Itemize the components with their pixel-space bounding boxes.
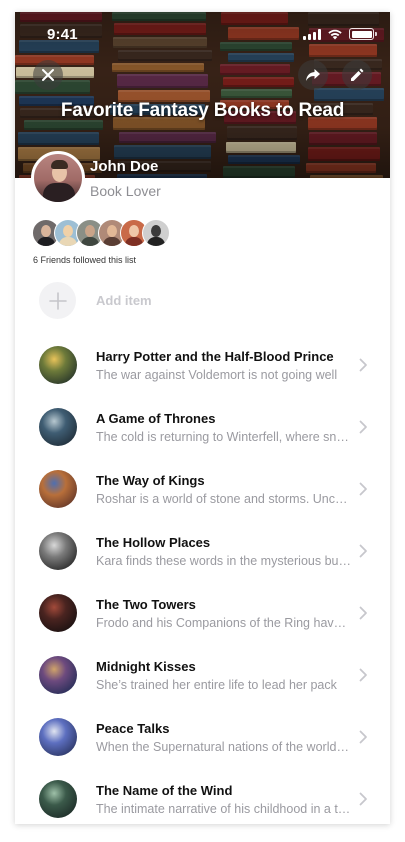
status-time: 9:41 [47, 26, 78, 43]
book-list-item[interactable]: Peace Talks When the Supernatural nations… [15, 706, 390, 768]
chevron-right-icon [359, 668, 367, 682]
book-list-item[interactable]: Harry Potter and the Half-Blood Prince Th… [15, 334, 390, 396]
add-item-circle[interactable] [39, 282, 76, 319]
wifi-icon [328, 29, 342, 40]
chevron-right-icon [359, 730, 367, 744]
header-bookshelf-image: 9:41 Favorite Fantasy Books to Read [15, 12, 390, 178]
chevron-right-icon [359, 420, 367, 434]
book-description: The war against Voldemort is not going w… [96, 367, 338, 382]
book-list-item[interactable]: The Name of the Wind The intimate narrati… [15, 768, 390, 824]
book-cover-image [39, 346, 77, 384]
book-title: The Name of the Wind [96, 782, 233, 798]
share-button[interactable] [298, 60, 328, 90]
signal-icon [303, 28, 321, 40]
chevron-right-icon [359, 482, 367, 496]
friends-avatars[interactable] [32, 219, 170, 247]
book-cover-image [39, 408, 77, 446]
book-list-item[interactable]: Midnight Kisses She’s trained her entire … [15, 644, 390, 706]
phone-screen: 9:41 Favorite Fantasy Books to Read John… [15, 12, 390, 824]
book-description: She’s trained her entire life to lead he… [96, 677, 337, 692]
book-cover-image [39, 470, 77, 508]
book-list-item[interactable]: The Way of Kings Roshar is a world of sto… [15, 458, 390, 520]
add-item-button[interactable]: Add item [39, 282, 152, 319]
chevron-right-icon [359, 792, 367, 806]
book-cover-image [39, 594, 77, 632]
book-description: The intimate narrative of his childhood … [96, 801, 352, 816]
book-list-item[interactable]: The Hollow Places Kara finds these words … [15, 520, 390, 582]
book-cover-image [39, 780, 77, 818]
friends-caption: 6 Friends followed this list [33, 255, 137, 265]
friend-avatar[interactable] [142, 219, 170, 247]
share-icon [306, 69, 320, 81]
book-title: The Way of Kings [96, 472, 205, 488]
status-bar: 9:41 [15, 12, 390, 56]
list-title: Favorite Fantasy Books to Read [60, 100, 345, 121]
book-title: The Two Towers [96, 596, 196, 612]
edit-button[interactable] [342, 60, 372, 90]
book-description: The cold is returning to Winterfell, whe… [96, 429, 352, 444]
book-cover-image [39, 718, 77, 756]
book-description: When the Supernatural nations of the wor… [96, 739, 352, 754]
close-button[interactable] [33, 60, 63, 90]
battery-icon [349, 28, 377, 40]
book-description: Frodo and his Companions of the Ring hav… [96, 615, 352, 630]
book-cover-image [39, 532, 77, 570]
book-list: Harry Potter and the Half-Blood Prince Th… [15, 334, 390, 824]
book-description: Kara finds these words in the mysterious… [96, 553, 352, 568]
book-title: Midnight Kisses [96, 658, 196, 674]
plus-icon [48, 291, 67, 310]
close-icon [42, 69, 54, 81]
book-list-item[interactable]: A Game of Thrones The cold is returning t… [15, 396, 390, 458]
chevron-right-icon [359, 544, 367, 558]
book-list-item[interactable]: The Two Towers Frodo and his Companions o… [15, 582, 390, 644]
user-name[interactable]: John Doe [90, 158, 158, 175]
pencil-icon [351, 68, 364, 81]
book-title: A Game of Thrones [96, 410, 216, 426]
user-role: Book Lover [90, 183, 161, 199]
chevron-right-icon [359, 606, 367, 620]
book-description: Roshar is a world of stone and storms. U… [96, 491, 352, 506]
book-title: Peace Talks [96, 720, 170, 736]
book-cover-image [39, 656, 77, 694]
book-title: The Hollow Places [96, 534, 211, 550]
avatar[interactable] [31, 151, 85, 205]
add-item-label: Add item [96, 293, 152, 308]
chevron-right-icon [359, 358, 367, 372]
book-title: Harry Potter and the Half-Blood Prince [96, 348, 334, 364]
